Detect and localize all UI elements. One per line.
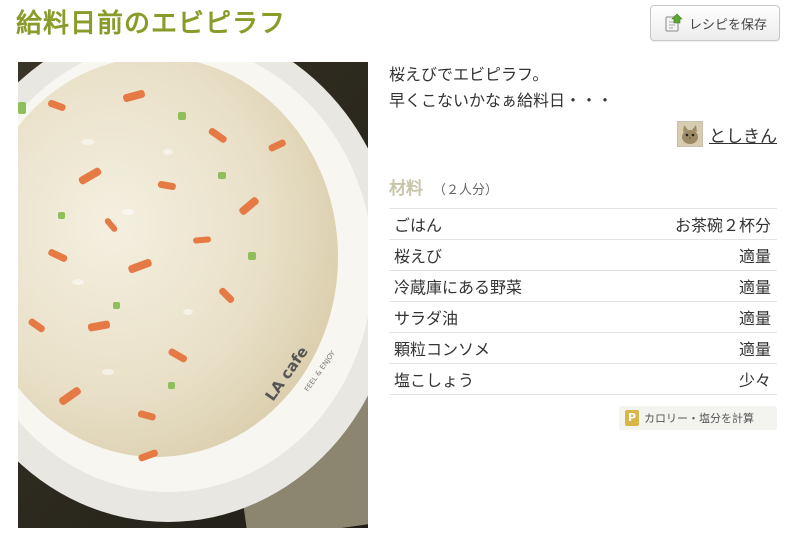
ingredients-heading: 材料 （２人分）	[389, 174, 498, 199]
calorie-calc-label: カロリー・塩分を計算	[644, 412, 754, 425]
author-link[interactable]: としきん	[677, 121, 777, 147]
cat-avatar	[677, 121, 703, 147]
save-recipe-icon	[663, 13, 683, 33]
save-recipe-button[interactable]: レシピを保存	[650, 5, 780, 41]
ingredient-row: ごはん お茶碗２杯分	[389, 209, 777, 240]
save-recipe-label: レシピを保存	[688, 17, 767, 33]
ingredient-name: サラダ油	[394, 309, 459, 328]
recipe-description: 桜えびでエビピラフ。 早くこないかなぁ給料日・・・	[389, 62, 779, 114]
premium-icon: P	[625, 410, 639, 426]
description-line-1: 桜えびでエビピラフ。	[389, 65, 549, 84]
author-name[interactable]: としきん	[709, 122, 777, 147]
ingredient-name: 冷蔵庫にある野菜	[394, 278, 523, 297]
ingredient-name: 桜えび	[394, 247, 443, 266]
ingredient-name: 顆粒コンソメ	[394, 340, 491, 359]
ingredient-row: サラダ油 適量	[389, 302, 777, 333]
ingredient-row: 桜えび 適量	[389, 240, 777, 271]
ingredient-row: 冷蔵庫にある野菜 適量	[389, 271, 777, 302]
ingredient-row: 塩こしょう 少々	[389, 364, 777, 395]
servings: （２人分）	[433, 183, 499, 198]
ingredient-amount: 適量	[738, 309, 771, 328]
calorie-calc-button[interactable]: P カロリー・塩分を計算	[619, 406, 777, 430]
ingredients-list: ごはん お茶碗２杯分 桜えび 適量 冷蔵庫にある野菜 適量 サラダ油 適量 顆粒…	[389, 208, 777, 395]
ingredient-amount: 適量	[738, 278, 771, 297]
ingredient-amount: 少々	[738, 371, 771, 390]
ingredient-name: ごはん	[394, 216, 443, 235]
ingredient-amount: 適量	[738, 340, 771, 359]
recipe-title: 給料日前のエビピラフ	[16, 9, 287, 39]
ingredient-amount: お茶碗２杯分	[674, 216, 771, 235]
ingredients-title: 材料	[389, 179, 423, 199]
ingredient-row: 顆粒コンソメ 適量	[389, 333, 777, 364]
description-line-2: 早くこないかなぁ給料日・・・	[389, 91, 614, 110]
ingredient-name: 塩こしょう	[394, 371, 475, 390]
ingredient-amount: 適量	[738, 247, 771, 266]
recipe-photo: LA cafe FEEL & ENJOY	[18, 62, 368, 528]
